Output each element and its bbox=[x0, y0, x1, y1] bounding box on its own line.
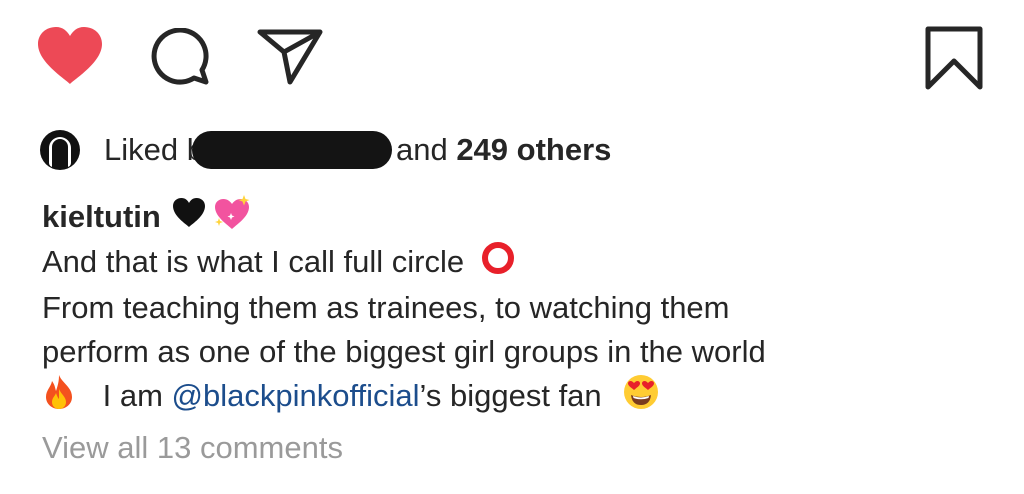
caption-line-3: perform as one of the biggest girl group… bbox=[42, 334, 766, 369]
sparkling-heart-icon bbox=[211, 194, 253, 240]
mention-link[interactable]: @blackpinkofficial bbox=[172, 378, 420, 413]
heart-filled-icon[interactable] bbox=[34, 24, 106, 93]
caption-line-1: And that is what I call full circle bbox=[42, 240, 515, 287]
fire-icon bbox=[42, 373, 76, 423]
view-all-comments-link[interactable]: View all 13 comments bbox=[42, 430, 343, 466]
caption-text: And that is what I call full circle bbox=[42, 244, 465, 279]
red-circle-icon bbox=[481, 241, 515, 287]
bookmark-icon[interactable] bbox=[924, 25, 986, 96]
likes-summary[interactable]: Liked b and 249 others bbox=[40, 128, 611, 172]
others-count-link[interactable]: 249 others bbox=[456, 132, 611, 168]
and-label: and bbox=[395, 132, 457, 167]
comment-icon[interactable] bbox=[148, 27, 216, 97]
black-heart-icon bbox=[171, 196, 207, 238]
liked-by-label: Liked b bbox=[104, 132, 204, 167]
redacted-username bbox=[191, 131, 392, 169]
caption-text-after-mention: ’s biggest fan bbox=[419, 378, 602, 414]
send-icon[interactable] bbox=[256, 28, 326, 91]
caption-text-before-mention: I am bbox=[102, 378, 172, 414]
caption-header: kieltutin bbox=[42, 194, 253, 240]
liker-avatar[interactable] bbox=[40, 130, 80, 170]
post-username[interactable]: kieltutin bbox=[42, 199, 161, 235]
caption-line-4: I am @blackpinkofficial’s biggest fan bbox=[42, 373, 660, 423]
caption-line-2: From teaching them as trainees, to watch… bbox=[42, 290, 730, 325]
heart-eyes-emoji-icon bbox=[622, 373, 660, 423]
